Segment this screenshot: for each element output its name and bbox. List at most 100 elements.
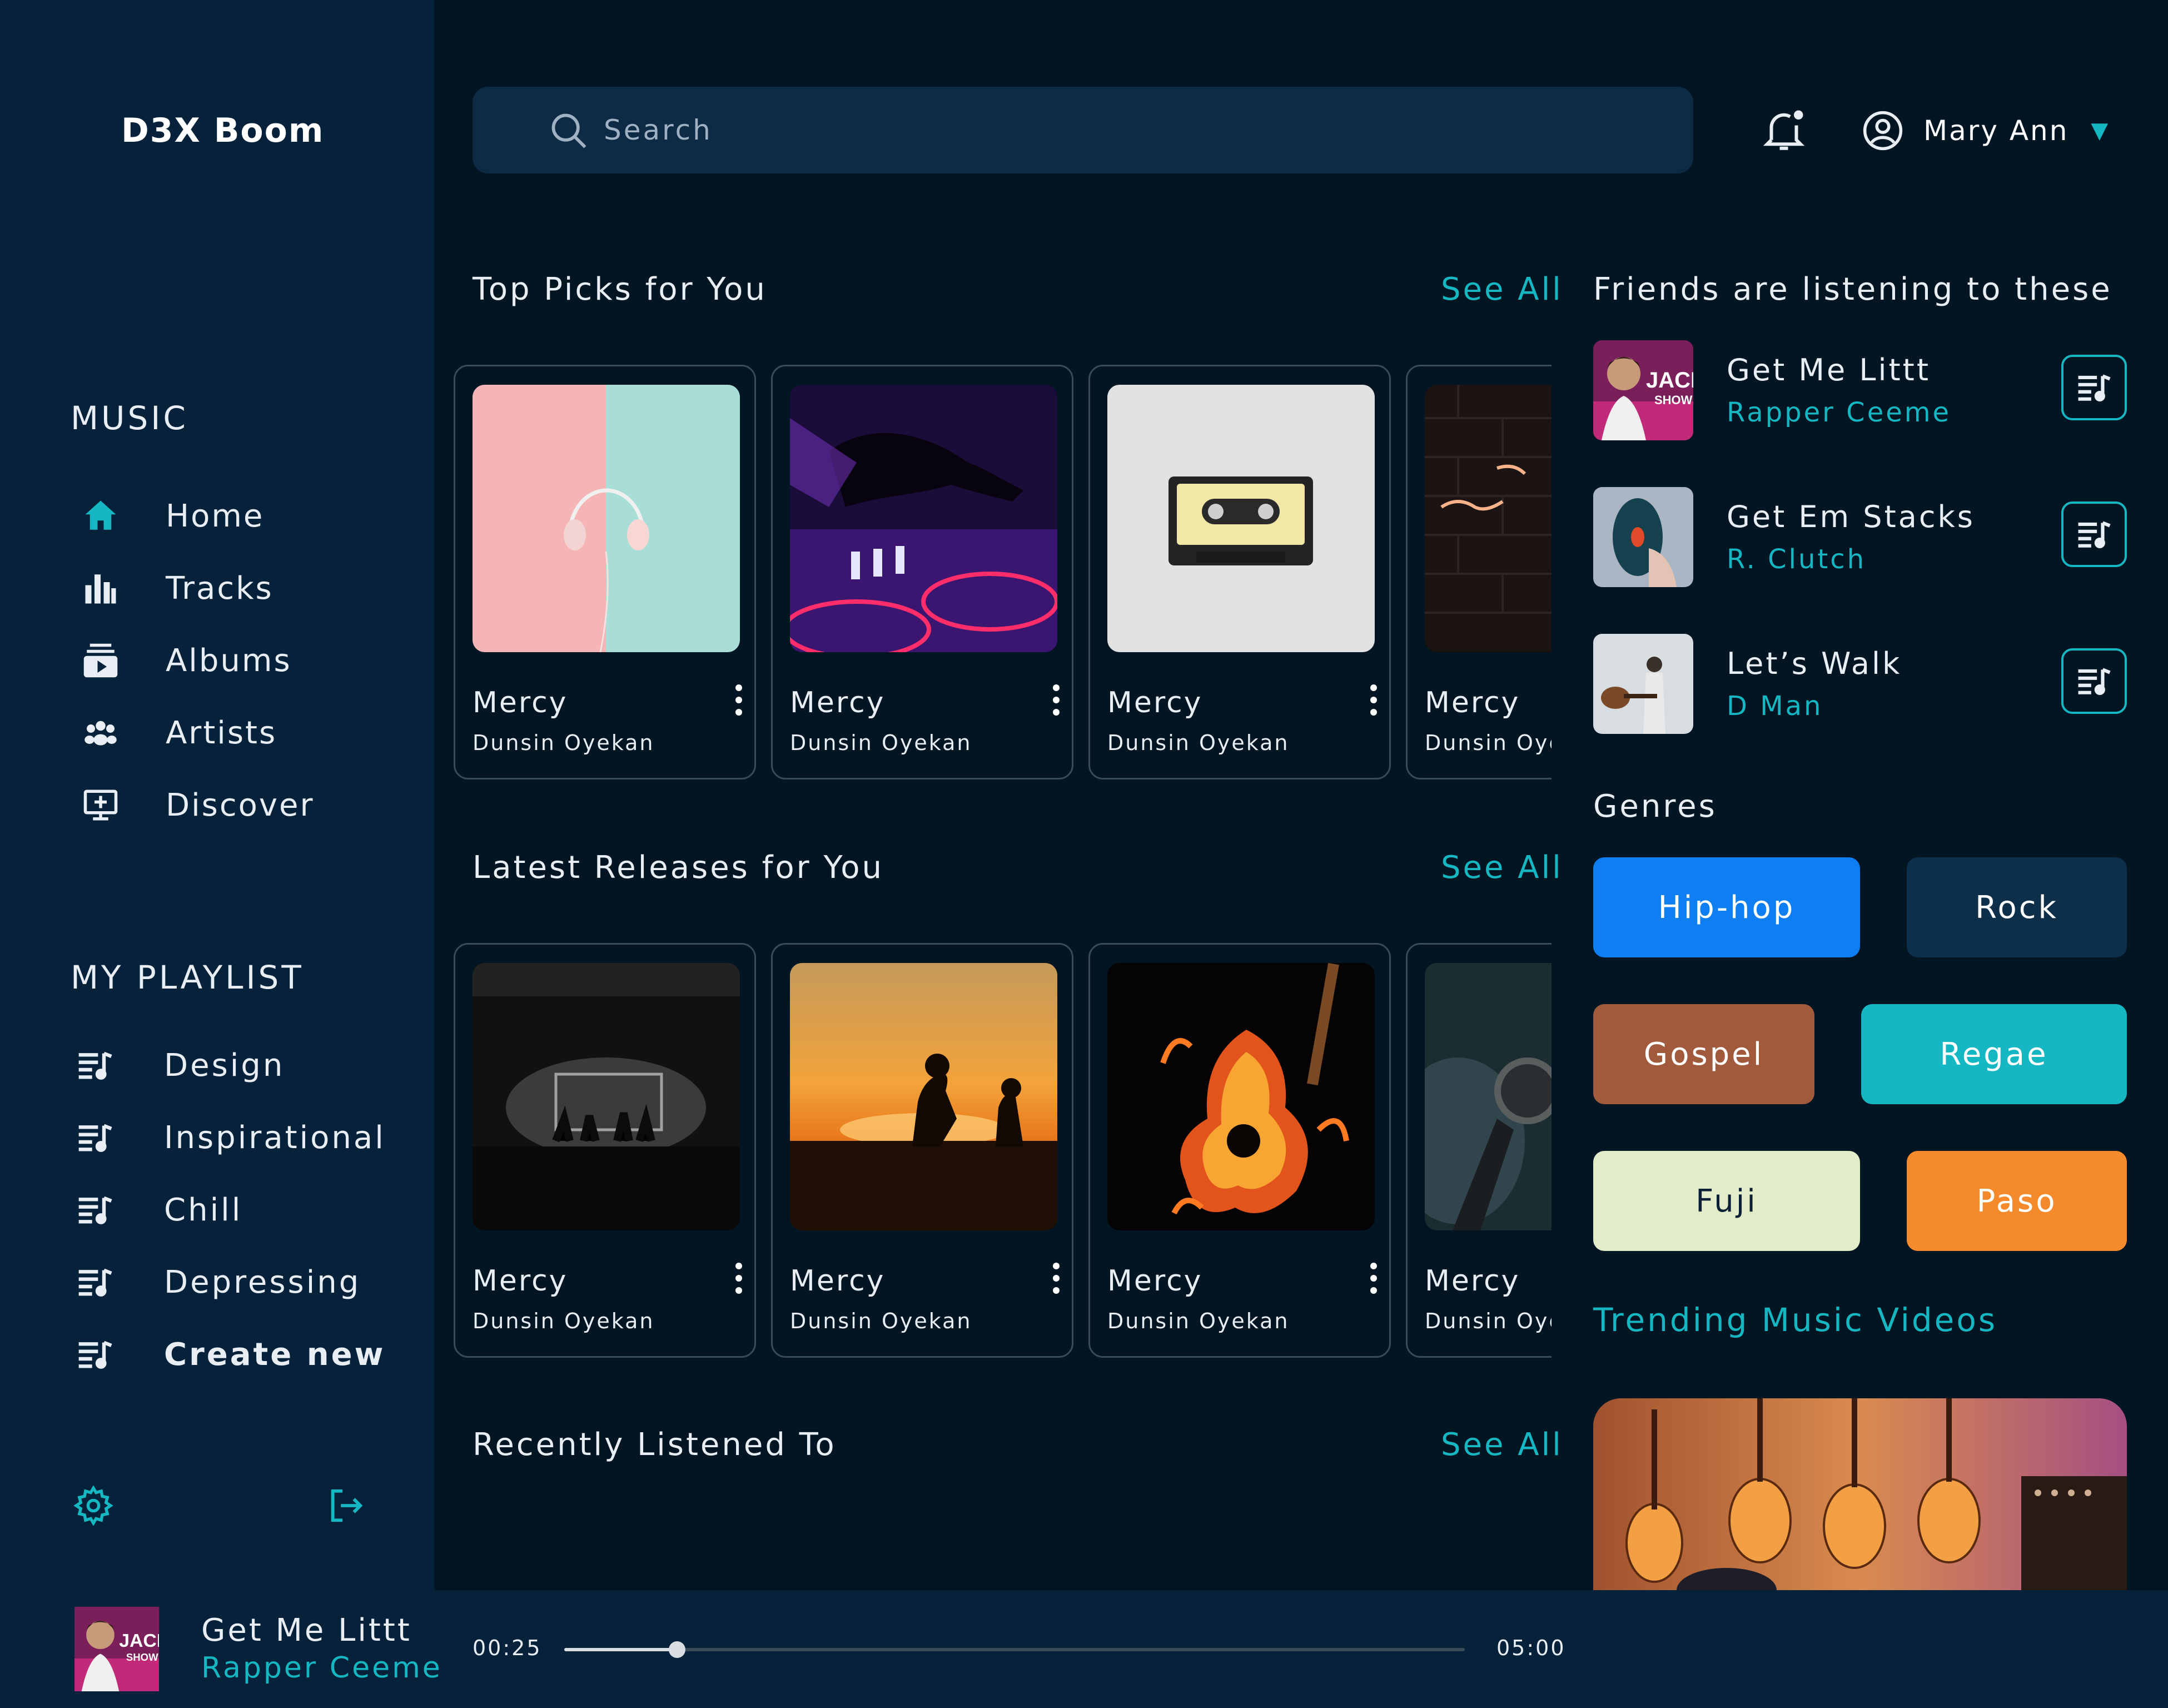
nav-label: Discover [166, 787, 315, 823]
genre-gospel[interactable]: Gospel [1593, 1004, 1814, 1104]
nav-item-albums[interactable]: Albums [78, 633, 292, 688]
track-artist: Dunsin Oyekan [1107, 731, 1290, 755]
playlist-label: Depressing [164, 1264, 361, 1300]
playlist-icon [2078, 521, 2111, 549]
nav-item-artists[interactable]: Artists [78, 705, 277, 761]
track-title: Mercy [473, 686, 568, 719]
track-card[interactable]: Mercy Dunsin Oyekan [1088, 943, 1391, 1358]
more-options-icon[interactable] [733, 1262, 744, 1295]
track-artist: Dunsin Oyekan [790, 1309, 972, 1333]
playlist-item-depressing[interactable]: Depressing [75, 1254, 361, 1310]
more-options-icon[interactable] [1051, 1262, 1062, 1295]
nav-item-home[interactable]: Home [78, 488, 264, 544]
artists-icon [78, 710, 123, 756]
user-menu[interactable]: Mary Ann ▼ [1862, 106, 2110, 156]
playlist-icon [75, 1334, 115, 1374]
track-artist: Dunsin Oyekan [473, 1309, 655, 1333]
trending-videos-title: Trending Music Videos [1593, 1301, 1998, 1339]
see-all-top-picks[interactable]: See All [1441, 271, 1563, 307]
album-art [1425, 963, 1552, 1230]
progress-fill [564, 1648, 677, 1651]
playlist-item-chill[interactable]: Chill [75, 1182, 242, 1238]
genre-fuji[interactable]: Fuji [1593, 1151, 1860, 1251]
genre-rock[interactable]: Rock [1907, 857, 2127, 957]
section-title-latest: Latest Releases for You [473, 850, 884, 886]
chevron-down-icon[interactable]: ▼ [2091, 118, 2110, 143]
search-icon [551, 113, 586, 148]
svg-text:JACK: JACK [1646, 368, 1693, 393]
nav-item-tracks[interactable]: Tracks [78, 560, 274, 616]
track-artist: Dunsin Oyekan [473, 731, 655, 755]
friend-track[interactable]: Get Em Stacks R. Clutch [1593, 487, 2127, 587]
add-to-playlist-button[interactable] [2061, 502, 2127, 567]
friend-track-artist: Rapper Ceeme [1727, 397, 1952, 428]
user-name: Mary Ann [1923, 115, 2069, 147]
nav-label: Artists [166, 714, 277, 751]
search-bar[interactable]: Search [473, 87, 1693, 173]
more-options-icon[interactable] [733, 683, 744, 717]
nav-label: Albums [166, 642, 292, 679]
playlist-label: Create new [164, 1336, 386, 1373]
logout-icon[interactable] [324, 1483, 368, 1528]
track-card[interactable]: Mercy Dunsin Oyekan [1406, 943, 1552, 1358]
album-art [790, 385, 1057, 652]
friend-track-artist: D Man [1727, 691, 1823, 722]
track-card[interactable]: Mercy Dunsin Oyekan [454, 943, 756, 1358]
playlist-heading: MY PLAYLIST [71, 959, 304, 996]
track-card[interactable]: Mercy Dunsin Oyekan [771, 943, 1073, 1358]
genre-regae[interactable]: Regae [1861, 1004, 2127, 1104]
playlist-label: Chill [164, 1191, 243, 1228]
search-input[interactable]: Search [604, 114, 713, 146]
genre-hip-hop[interactable]: Hip-hop [1593, 857, 1860, 957]
notification-bell-icon[interactable] [1759, 105, 1809, 155]
playlist-item-inspirational[interactable]: Inspirational [75, 1110, 386, 1165]
bar-chart-icon [78, 565, 123, 611]
playlist-icon [75, 1262, 115, 1302]
discover-icon [78, 782, 123, 828]
friend-track-art: JACK SHOW [1593, 340, 1693, 440]
more-options-icon[interactable] [1368, 683, 1379, 717]
track-title: Mercy [1107, 1264, 1203, 1298]
friend-track[interactable]: JACK SHOW Get Me Littt Rapper Ceeme [1593, 340, 2127, 440]
album-art [1425, 385, 1552, 652]
settings-icon[interactable] [71, 1483, 116, 1528]
track-artist: Dunsin Oyekan [790, 731, 972, 755]
album-art [790, 963, 1057, 1230]
nav-item-discover[interactable]: Discover [78, 777, 315, 833]
friend-track[interactable]: Let’s Walk D Man [1593, 634, 2127, 734]
more-options-icon[interactable] [1051, 683, 1062, 717]
add-to-playlist-button[interactable] [2061, 648, 2127, 714]
progress-handle[interactable] [668, 1641, 685, 1658]
music-heading: MUSIC [71, 399, 188, 437]
track-title: Mercy [1107, 686, 1203, 719]
user-avatar-icon [1863, 111, 1903, 151]
friends-title: Friends are listening to these [1593, 271, 2112, 307]
progress-bar[interactable] [564, 1641, 1465, 1658]
nav-label: Tracks [166, 570, 274, 607]
playlist-icon [75, 1045, 115, 1085]
playlist-item-design[interactable]: Design [75, 1037, 285, 1093]
genre-paso[interactable]: Paso [1907, 1151, 2127, 1251]
add-to-playlist-button[interactable] [2061, 355, 2127, 420]
trending-video-thumbnail[interactable] [1593, 1398, 2127, 1590]
friend-track-art [1593, 634, 1693, 734]
brand-logo[interactable]: D3X Boom [121, 111, 324, 150]
track-card[interactable]: Mercy Dunsin Oyekan [771, 365, 1073, 779]
create-playlist-button[interactable]: Create new [75, 1327, 385, 1382]
latest-releases-row: Mercy Dunsin Oyekan Mercy Dunsin Oyekan … [454, 943, 1552, 1360]
track-title: Mercy [473, 1264, 568, 1298]
track-card[interactable]: Mercy Dunsin Oyekan [454, 365, 756, 779]
playlist-label: Design [164, 1047, 285, 1084]
playlist-icon [2078, 374, 2111, 402]
svg-text:SHOW: SHOW [1654, 393, 1693, 407]
see-all-latest[interactable]: See All [1441, 850, 1563, 886]
album-icon [78, 638, 123, 683]
friend-track-title: Get Em Stacks [1727, 499, 1975, 534]
playlist-icon [75, 1118, 115, 1158]
now-playing-bar: JACK SHOW Get Me Littt Rapper Ceeme 00:2… [0, 1590, 2168, 1708]
track-card[interactable]: Mercy Dunsin Oyekan [1406, 365, 1552, 779]
see-all-recent[interactable]: See All [1441, 1427, 1563, 1463]
track-card[interactable]: Mercy Dunsin Oyekan [1088, 365, 1391, 779]
now-playing-title: Get Me Littt [201, 1612, 412, 1649]
more-options-icon[interactable] [1368, 1262, 1379, 1295]
